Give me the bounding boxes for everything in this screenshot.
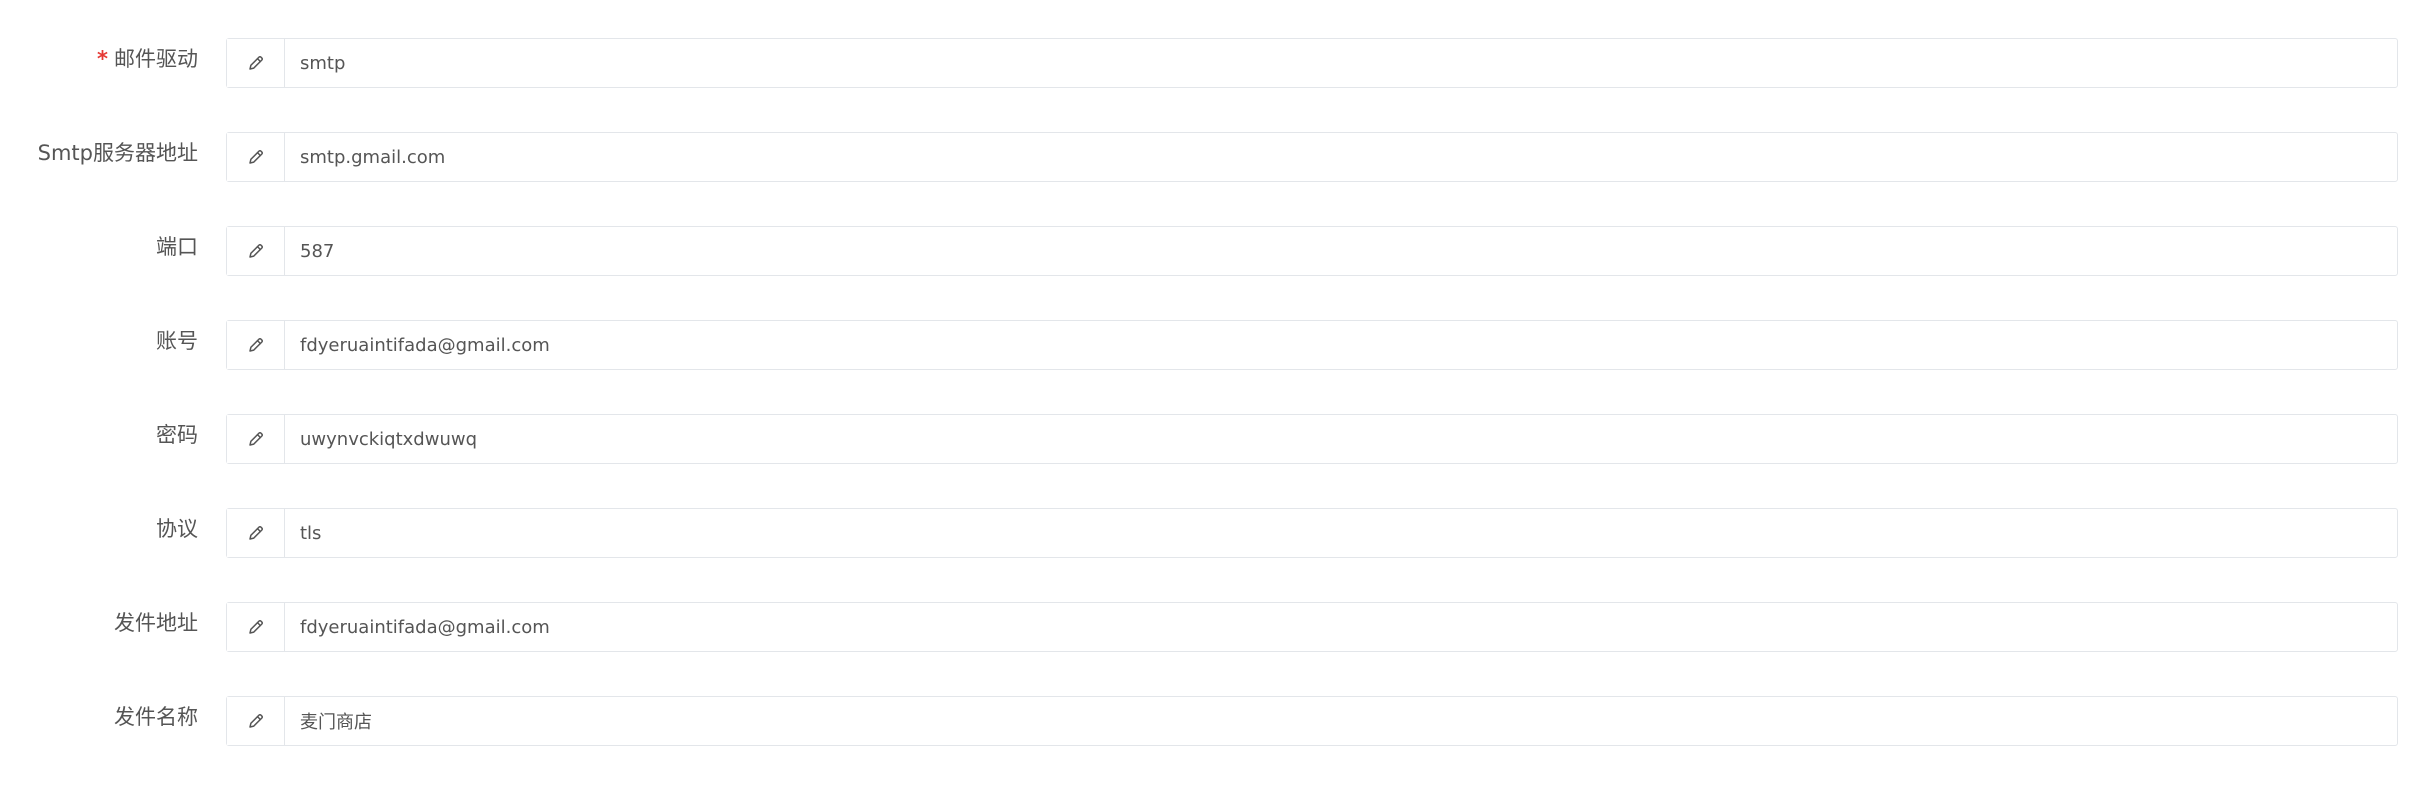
protocol-field	[226, 508, 2398, 558]
field-label-smtp-host: Smtp服务器地址	[37, 141, 198, 165]
pencil-icon	[227, 39, 285, 87]
field-label-port: 端口	[156, 235, 198, 259]
form-row-mail-driver: * 邮件驱动	[0, 38, 2409, 132]
from-name-field	[226, 696, 2398, 746]
required-mark: *	[97, 47, 108, 71]
pencil-icon	[227, 133, 285, 181]
form-row-account: 账号	[0, 320, 2409, 414]
port-input[interactable]	[285, 227, 2397, 275]
field-label-mail-driver: * 邮件驱动	[97, 44, 198, 74]
pencil-icon	[227, 321, 285, 369]
form-row-from-address: 发件地址	[0, 602, 2409, 696]
account-field	[226, 320, 2398, 370]
form-row-port: 端口	[0, 226, 2409, 320]
mail-driver-field	[226, 38, 2398, 88]
form-row-password: 密码	[0, 414, 2409, 508]
pencil-icon	[227, 415, 285, 463]
form-row-from-name: 发件名称	[0, 696, 2409, 790]
pencil-icon	[227, 227, 285, 275]
smtp-host-input[interactable]	[285, 133, 2397, 181]
smtp-host-field	[226, 132, 2398, 182]
form-row-protocol: 协议	[0, 508, 2409, 602]
from-address-field	[226, 602, 2398, 652]
port-field	[226, 226, 2398, 276]
field-label-from-address: 发件地址	[114, 611, 198, 635]
mail-driver-label: 邮件驱动	[114, 47, 198, 71]
pencil-icon	[227, 697, 285, 745]
form-row-smtp-host: Smtp服务器地址	[0, 132, 2409, 226]
field-label-account: 账号	[156, 329, 198, 353]
mail-driver-input[interactable]	[285, 39, 2397, 87]
password-field	[226, 414, 2398, 464]
password-input[interactable]	[285, 415, 2397, 463]
field-label-from-name: 发件名称	[114, 705, 198, 729]
mail-settings-form: *邮件驱动 Smtp服务器地址 端口 账号	[0, 38, 2409, 790]
protocol-input[interactable]	[285, 509, 2397, 557]
pencil-icon	[227, 509, 285, 557]
field-label-protocol: 协议	[156, 517, 198, 541]
from-name-input[interactable]	[285, 697, 2397, 745]
pencil-icon	[227, 603, 285, 651]
from-address-input[interactable]	[285, 603, 2397, 651]
field-label-password: 密码	[156, 423, 198, 447]
account-input[interactable]	[285, 321, 2397, 369]
